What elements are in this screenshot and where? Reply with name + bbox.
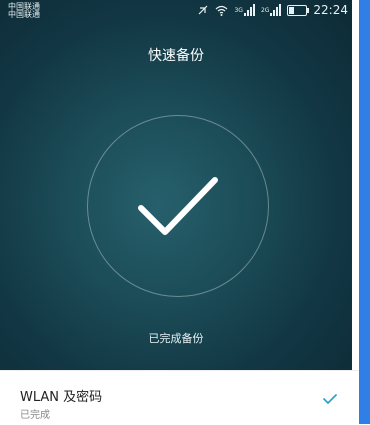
window-edge <box>359 0 370 424</box>
status-clock: 22:24 <box>313 3 348 17</box>
backup-hero: 中国联通 中国联通 3G 2G 22:24 快速备份 已完成备份 <box>0 0 352 370</box>
checkmark-icon <box>138 177 218 235</box>
network-2g-label: 2G <box>260 6 270 14</box>
backup-status-text: 已完成备份 <box>148 332 204 345</box>
signal-2g-icon: 2G <box>260 4 282 16</box>
list-item[interactable]: WLAN 及密码 已完成 <box>0 370 359 425</box>
carrier-info: 中国联通 中国联通 <box>8 3 40 19</box>
list-item-subtitle: 已完成 <box>20 410 50 421</box>
page-title: 快速备份 <box>148 48 204 64</box>
signal-3g-icon: 3G <box>234 4 255 16</box>
list-item-title: WLAN 及密码 <box>20 390 103 405</box>
network-3g-label: 3G <box>234 6 243 14</box>
battery-icon <box>287 4 310 16</box>
status-icons: 3G 2G 22:24 <box>197 3 348 17</box>
wifi-icon <box>215 5 228 16</box>
status-bar: 中国联通 中国联通 3G 2G 22:24 <box>0 0 352 22</box>
mute-icon <box>197 4 209 16</box>
carrier-2: 中国联通 <box>8 10 40 19</box>
check-icon <box>323 394 337 404</box>
